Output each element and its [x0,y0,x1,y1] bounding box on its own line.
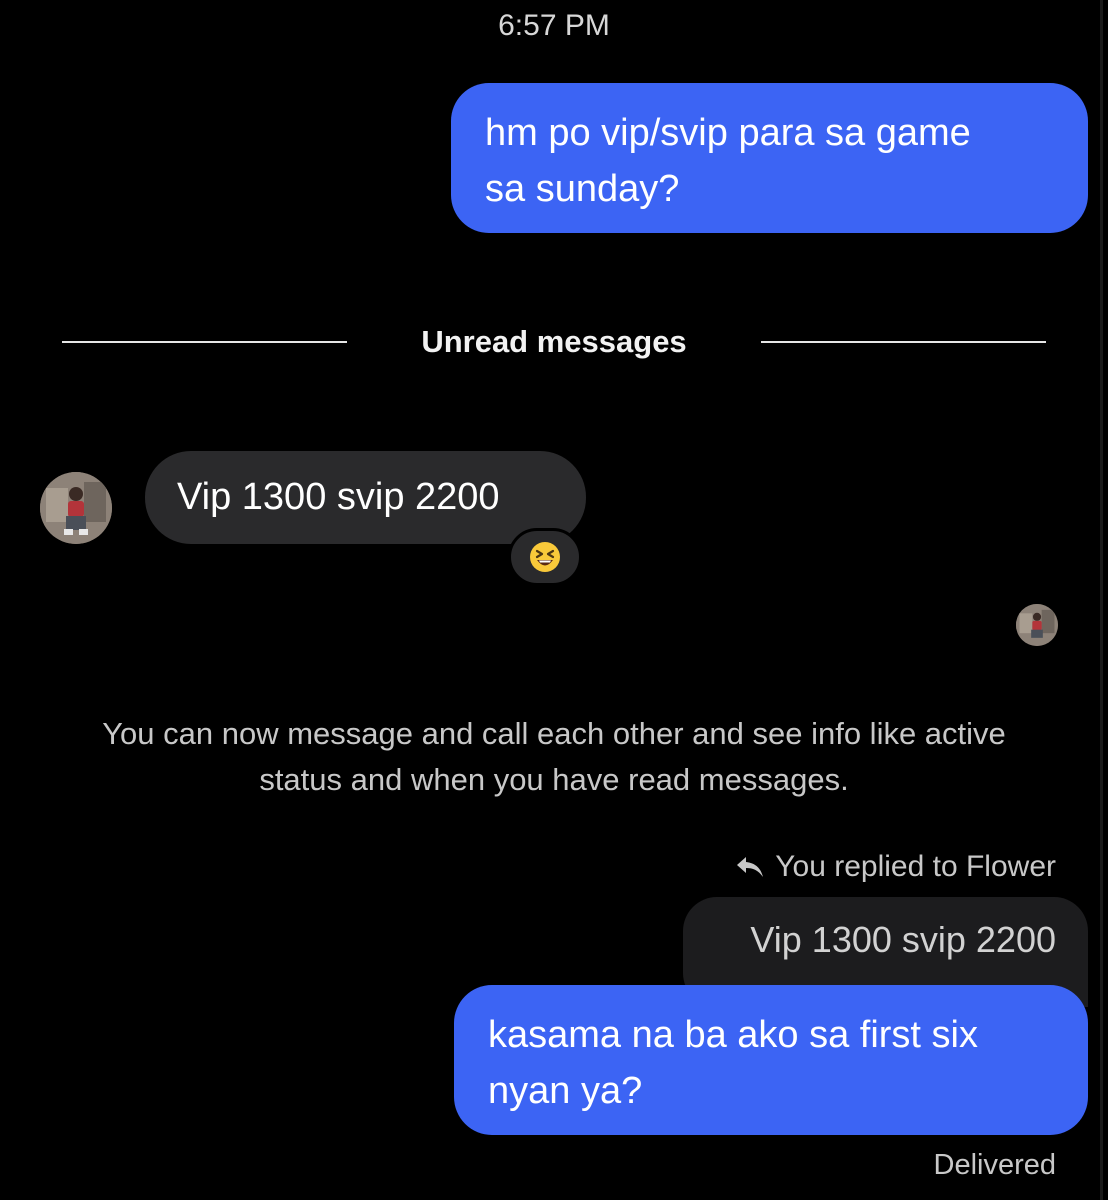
message-reaction[interactable] [508,528,582,586]
reply-arrow-icon [737,857,764,877]
message-text-line: hm po vip/svip para sa game [485,112,971,154]
seen-by-avatar [1016,604,1058,646]
message-timestamp: 6:57 PM [498,9,610,42]
avatar-photo-icon [1016,604,1058,646]
grinning-squinting-face-icon [530,542,560,572]
info-notice-line: status and when you have read messages. [259,762,849,797]
outgoing-message-bubble[interactable]: hm po vip/svip para sa game sa sunday? [451,83,1088,233]
reply-context-text: You replied to Flower [775,850,1056,883]
outgoing-reply-bubble[interactable]: kasama na ba ako sa first six nyan ya? [454,985,1088,1135]
delivery-status: Delivered [933,1149,1057,1181]
scrollbar-track[interactable] [1100,0,1103,1200]
message-text-line: nyan ya? [488,1070,643,1112]
unread-messages-divider: Unread messages [421,324,687,359]
avatar-photo-icon [40,472,112,544]
message-text-line: kasama na ba ako sa first six [488,1014,978,1056]
divider-line-left [62,341,347,343]
info-notice-line: You can now message and call each other … [102,716,1006,751]
divider-line-right [761,341,1046,343]
contact-avatar[interactable] [40,472,112,544]
incoming-message-bubble[interactable]: Vip 1300 svip 2200 [145,451,586,544]
reply-context-label: You replied to Flower [700,849,1056,885]
connection-info-notice: You can now message and call each other … [30,711,1078,803]
message-text-line: sa sunday? [485,168,680,210]
